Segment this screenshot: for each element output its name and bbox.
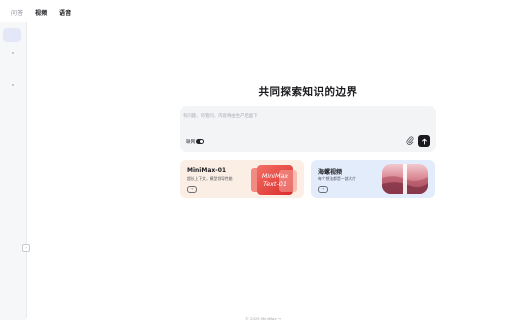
web-search-label: 联网 (186, 140, 196, 145)
card-title: MiniMax-01 (187, 167, 227, 174)
sidebar-item-dot[interactable] (12, 52, 14, 54)
nav-tab-video[interactable]: 视频 (35, 8, 47, 17)
page-title: 共同探索知识的边界 (258, 86, 358, 98)
sidebar-collapse-icon[interactable]: › (22, 244, 30, 252)
nav-tab-qa[interactable]: 问答 (11, 8, 23, 17)
card-description: 每个想法都是一部大片 (318, 176, 356, 181)
video-thumbnail-art (382, 164, 428, 194)
chat-composer (180, 106, 436, 152)
minimax-text-art: MiniMax Text-01 (251, 165, 297, 195)
chat-input[interactable] (183, 111, 383, 121)
minimax-model-card[interactable]: MiniMax-01 超长上下文，模型领导性能 → MiniMax Text-0… (180, 160, 304, 198)
nav-tab-voice[interactable]: 语音 (59, 8, 71, 17)
art-text-line-2: Text-01 (263, 180, 287, 188)
hailuo-video-card[interactable]: 海螺视频 每个想法都是一部大片 → (311, 160, 435, 198)
sidebar-item-dot[interactable] (12, 84, 14, 86)
arrow-right-icon[interactable]: → (318, 186, 328, 193)
arrow-right-icon[interactable]: → (187, 186, 197, 193)
arrow-up-icon (421, 138, 427, 144)
art-text-line-1: MiniMax (262, 172, 289, 180)
card-description: 超长上下文，模型领导性能 (187, 176, 233, 181)
attachment-icon[interactable] (406, 136, 414, 145)
card-title: 海螺视频 (318, 169, 343, 176)
sidebar-active-item[interactable] (3, 28, 21, 42)
sidebar (0, 22, 27, 320)
send-button[interactable] (418, 135, 430, 147)
web-search-toggle[interactable] (196, 139, 204, 144)
top-nav: 问答 视频 语音 (0, 0, 526, 24)
footer-copyright: © 2025 MiniMax → (245, 316, 281, 321)
